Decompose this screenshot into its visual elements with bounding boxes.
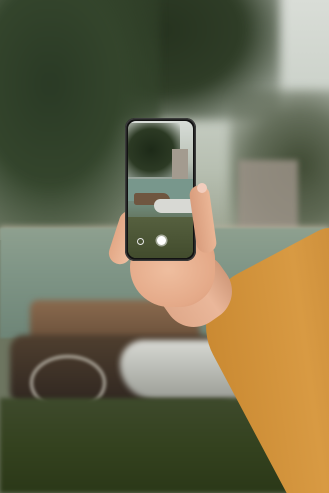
shutter-button-icon[interactable] [157, 236, 166, 245]
fingernail [197, 183, 207, 193]
photo-scene [0, 0, 329, 493]
viewfinder-white-boat [154, 199, 193, 213]
phone-camera-viewfinder [128, 121, 193, 258]
viewfinder-building [172, 149, 188, 183]
distant-building [238, 160, 298, 235]
smartphone [125, 118, 196, 261]
camera-switch-icon[interactable] [137, 238, 144, 245]
